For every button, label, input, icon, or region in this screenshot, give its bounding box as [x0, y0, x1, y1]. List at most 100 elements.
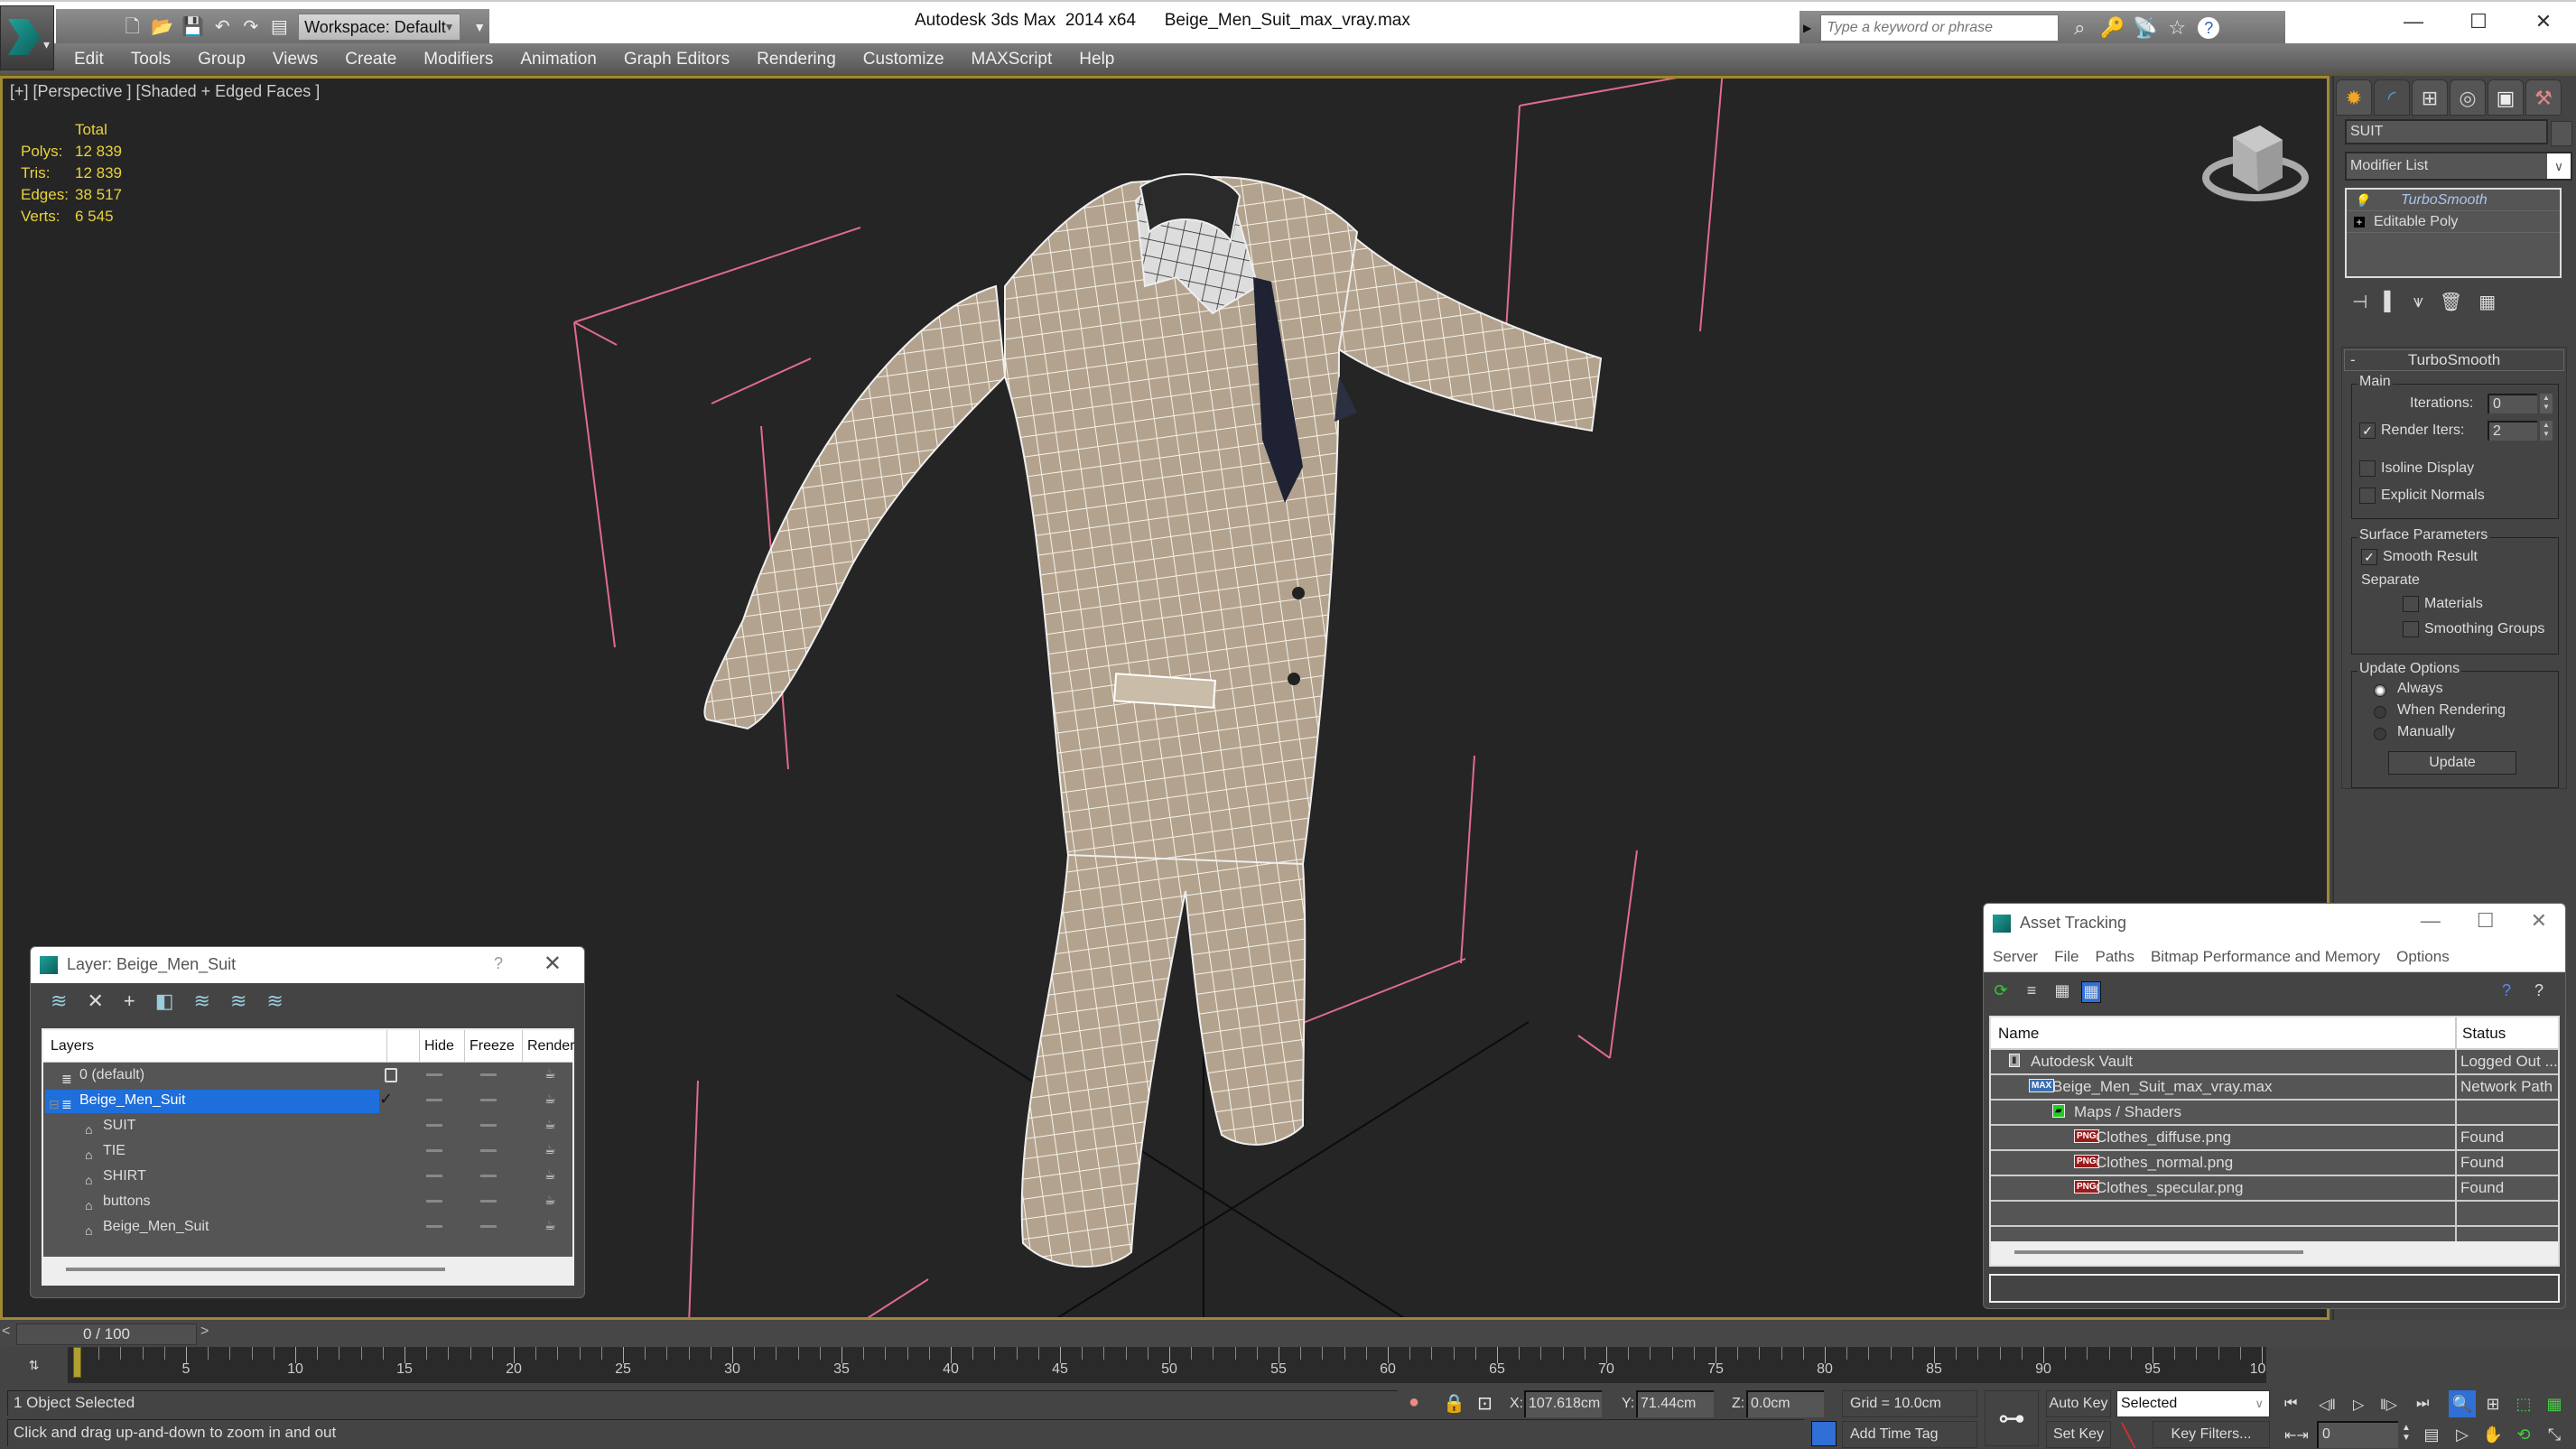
search-input[interactable] [1820, 14, 2060, 42]
refresh-icon[interactable]: ⟳ [1991, 981, 2011, 1003]
expand-arrow-icon[interactable]: ▶ [1803, 22, 1811, 34]
context-help-icon[interactable]: ? [2529, 981, 2549, 1003]
renderable-teapot-icon[interactable]: ☕ [544, 1193, 556, 1208]
menu-customize[interactable]: Customize [863, 47, 944, 72]
close-button[interactable]: ✕ [544, 951, 562, 977]
renderable-teapot-icon[interactable]: ☕ [544, 1142, 556, 1157]
curve-editor-toggle-icon[interactable]: ⇅ [0, 1347, 68, 1383]
key-mode-toggle-icon[interactable]: ⇤⇥ [2284, 1426, 2309, 1444]
close-button[interactable]: ✕ [2511, 2, 2576, 42]
asset-row[interactable]: PNG Clothes_normal.png Found [1991, 1149, 2558, 1176]
menu-modifiers[interactable]: Modifiers [423, 47, 493, 72]
minimize-button[interactable]: — [2421, 909, 2441, 933]
row-name-cell[interactable]: ⌂ Beige_Men_Suit [45, 1216, 379, 1240]
freeze-toggle[interactable] [480, 1149, 497, 1152]
row-name-cell[interactable]: ⌂ SUIT [45, 1115, 379, 1138]
object-name-field[interactable]: SUIT [2345, 119, 2548, 144]
favorites-star-icon[interactable]: ☆ [2165, 16, 2189, 40]
time-slider[interactable]: < 0 / 100 > [0, 1320, 2576, 1347]
zoom-icon[interactable]: 🔍 [2449, 1390, 2476, 1417]
current-frame-field[interactable]: 0 [2317, 1421, 2398, 1448]
create-layer-icon[interactable]: ≋ [51, 989, 67, 1013]
row-name-cell[interactable]: ⊟ ≣ Beige_Men_Suit [45, 1090, 379, 1113]
freeze-toggle[interactable] [480, 1225, 497, 1228]
object-row[interactable]: ⌂ SUIT ☕ [43, 1113, 572, 1138]
minimize-button[interactable]: — [2381, 2, 2446, 42]
maximize-button[interactable]: ☐ [2477, 909, 2495, 933]
freeze-toggle[interactable] [480, 1073, 497, 1076]
viewport-label[interactable]: [+] [Perspective ] [Shaded + Edged Faces… [10, 82, 320, 101]
zoom-extents-icon[interactable]: ⬚ [2510, 1390, 2537, 1417]
modify-tab-icon[interactable]: ◜ [2374, 79, 2410, 116]
menu-views[interactable]: Views [273, 47, 318, 72]
hide-toggle[interactable] [426, 1099, 442, 1101]
hide-toggle[interactable] [426, 1175, 442, 1177]
project-folder-icon[interactable]: ▤ [270, 16, 290, 38]
next-frame-button[interactable]: > [200, 1324, 213, 1345]
materials-checkbox[interactable] [2403, 596, 2419, 612]
layer-properties-icon[interactable]: ≋ [266, 989, 283, 1013]
make-unique-icon[interactable]: ⩛ [2413, 292, 2423, 312]
object-row[interactable]: ⌂ TIE ☕ [43, 1138, 572, 1164]
asset-row[interactable]: ▮ Autodesk Vault Logged Out ... [1991, 1048, 2558, 1075]
customize-toolbar-icon[interactable]: ▼ [470, 16, 489, 38]
key-pen-icon[interactable]: ╲ [2122, 1423, 2134, 1449]
isolate-selection-icon[interactable]: ● [1409, 1392, 1419, 1413]
highlight-layer-icon[interactable]: ≋ [194, 989, 210, 1013]
smooth-result-checkbox[interactable]: ✓ [2361, 549, 2377, 565]
freeze-toggle[interactable] [480, 1099, 497, 1101]
new-file-icon[interactable]: 🗋 [123, 16, 143, 38]
help-button[interactable]: ? [494, 954, 503, 973]
renderable-teapot-icon[interactable]: ☕ [544, 1066, 556, 1082]
renderable-teapot-icon[interactable]: ☕ [544, 1167, 556, 1183]
time-tag-icon[interactable] [1811, 1421, 1837, 1446]
go-to-end-icon[interactable]: ⏭ [2416, 1396, 2429, 1412]
collapse-icon[interactable]: ⊟ [49, 1093, 60, 1115]
previous-key-icon[interactable]: ◁‖ [2319, 1396, 2336, 1414]
layer-row[interactable]: ⊟ ≣ Beige_Men_Suit ✓ ☕ [43, 1088, 572, 1113]
object-row[interactable]: ⌂ SHIRT ☕ [43, 1164, 572, 1189]
stack-item-turbosmooth[interactable]: 💡 TurboSmooth [2347, 190, 2560, 211]
delete-layer-icon[interactable]: ✕ [87, 989, 103, 1013]
maximize-viewport-icon[interactable]: ⤡ [2541, 1421, 2568, 1448]
explicit-normals-checkbox[interactable] [2359, 488, 2376, 504]
add-time-tag-button[interactable]: Add Time Tag [1842, 1421, 1977, 1448]
iterations-spinner[interactable]: 0 [2488, 394, 2537, 413]
application-button[interactable]: ▾ [0, 5, 54, 70]
undo-icon[interactable]: ↶ [212, 16, 232, 38]
freeze-toggle[interactable] [480, 1200, 497, 1203]
asset-path-field[interactable] [1989, 1274, 2560, 1303]
asset-row[interactable]: PNG Clothes_diffuse.png Found [1991, 1124, 2558, 1151]
spinner-arrows-icon[interactable]: ▲ ▼ [2540, 421, 2553, 441]
column-header-render[interactable]: Render [527, 1038, 574, 1054]
open-file-icon[interactable]: 📂 [151, 16, 173, 38]
time-configuration-icon[interactable]: ▤ [2418, 1421, 2445, 1448]
renderable-teapot-icon[interactable]: ☕ [544, 1218, 556, 1233]
utilities-tab-icon[interactable]: ⚒ [2525, 79, 2562, 116]
spinner-arrows-icon[interactable]: ▲ ▼ [2540, 394, 2553, 413]
select-objects-icon[interactable]: ◧ [155, 989, 174, 1013]
list-view-icon[interactable]: ≡ [2022, 981, 2041, 1003]
isoline-display-checkbox[interactable] [2359, 460, 2376, 477]
always-radio[interactable] [2374, 684, 2386, 697]
menu-maxscript[interactable]: MAXScript [972, 47, 1053, 72]
go-to-start-icon[interactable]: ⏮ [2284, 1396, 2297, 1412]
time-slider-thumb[interactable]: 0 / 100 [16, 1324, 197, 1345]
table-view-icon[interactable]: ▦ [2081, 981, 2101, 1003]
x-coordinate-field[interactable]: 107.618cm [1524, 1390, 1602, 1417]
menu-edit[interactable]: Edit [74, 47, 104, 72]
update-button[interactable]: Update [2388, 751, 2516, 775]
asset-row[interactable]: ▰ Maps / Shaders [1991, 1099, 2558, 1126]
remove-modifier-icon[interactable]: 🗑 [2440, 291, 2462, 313]
object-color-swatch[interactable] [2551, 121, 2572, 146]
column-header-freeze[interactable]: Freeze [470, 1038, 515, 1054]
column-header-name[interactable]: Name [1998, 1025, 2039, 1043]
next-key-icon[interactable]: ‖▷ [2380, 1396, 2397, 1414]
hide-toggle[interactable] [426, 1200, 442, 1203]
maximize-button[interactable]: ☐ [2446, 2, 2511, 42]
viewcube[interactable] [2197, 115, 2314, 214]
hide-toggle[interactable] [426, 1124, 442, 1127]
current-layer-box-icon[interactable] [385, 1068, 397, 1082]
binoculars-icon[interactable]: ⌕ [2068, 16, 2091, 40]
smoothing-groups-checkbox[interactable] [2403, 621, 2419, 637]
